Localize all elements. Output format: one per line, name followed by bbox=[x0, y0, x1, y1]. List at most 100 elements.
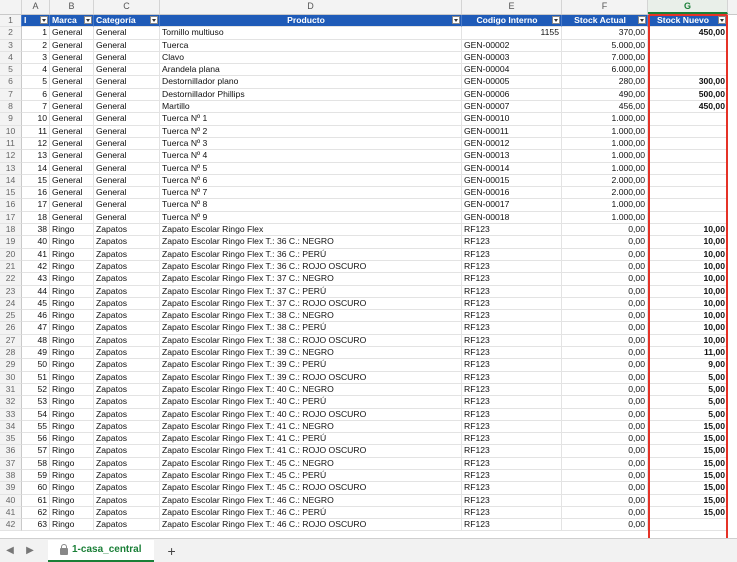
filter-dropdown-icon[interactable] bbox=[452, 16, 460, 24]
cell-stock-actual[interactable]: 490,00 bbox=[562, 88, 648, 102]
cell-marca[interactable]: Ringo bbox=[50, 224, 94, 237]
row-number[interactable]: 5 bbox=[0, 64, 22, 77]
cell-stock-nuevo[interactable]: 9,00 bbox=[648, 359, 728, 372]
cell-codigo-interno[interactable]: RF123 bbox=[462, 519, 562, 532]
cell-id[interactable]: 16 bbox=[22, 187, 50, 200]
row-number[interactable]: 11 bbox=[0, 137, 22, 151]
cell-stock-actual[interactable]: 0,00 bbox=[562, 396, 648, 409]
cell-marca[interactable]: General bbox=[50, 51, 94, 65]
cell-stock-nuevo[interactable]: 300,00 bbox=[648, 76, 728, 89]
next-sheet-arrow-icon[interactable]: ▶ bbox=[20, 545, 40, 556]
cell-categoria[interactable]: General bbox=[94, 64, 160, 77]
cell-categoria[interactable]: Zapatos bbox=[94, 285, 160, 298]
cell-stock-nuevo[interactable]: 5,00 bbox=[648, 396, 728, 409]
filter-dropdown-icon[interactable] bbox=[552, 16, 560, 24]
cell-id[interactable]: 45 bbox=[22, 297, 50, 311]
cell-categoria[interactable]: Zapatos bbox=[94, 519, 160, 532]
row-number[interactable]: 4 bbox=[0, 51, 22, 65]
cell-stock-nuevo[interactable]: 500,00 bbox=[648, 88, 728, 102]
cell-id[interactable]: 1 bbox=[22, 27, 50, 40]
cell-codigo-interno[interactable]: RF123 bbox=[462, 445, 562, 458]
cell-producto[interactable]: Tuerca Nº 2 bbox=[160, 125, 462, 138]
cell-stock-actual[interactable]: 1.000,00 bbox=[562, 211, 648, 225]
cell-marca[interactable]: General bbox=[50, 27, 94, 40]
cell-producto[interactable]: Tuerca Nº 5 bbox=[160, 162, 462, 175]
cell-stock-actual[interactable]: 2.000,00 bbox=[562, 187, 648, 200]
cell-codigo-interno[interactable]: GEN-00003 bbox=[462, 51, 562, 65]
cell-categoria[interactable]: General bbox=[94, 76, 160, 89]
cell-stock-nuevo[interactable] bbox=[648, 137, 728, 151]
cell-stock-nuevo[interactable]: 11,00 bbox=[648, 347, 728, 360]
cell-id[interactable]: 18 bbox=[22, 211, 50, 225]
cell-marca[interactable]: General bbox=[50, 76, 94, 89]
cell-codigo-interno[interactable]: RF123 bbox=[462, 482, 562, 495]
cell-marca[interactable]: Ringo bbox=[50, 236, 94, 249]
header-cell-id[interactable]: I bbox=[22, 15, 50, 28]
cell-stock-nuevo[interactable] bbox=[648, 199, 728, 212]
cell-producto[interactable]: Tuerca Nº 6 bbox=[160, 174, 462, 188]
row-number[interactable]: 21 bbox=[0, 260, 22, 274]
cell-marca[interactable]: Ringo bbox=[50, 334, 94, 348]
cell-stock-nuevo[interactable]: 5,00 bbox=[648, 408, 728, 421]
cell-marca[interactable]: General bbox=[50, 174, 94, 188]
cell-stock-nuevo[interactable] bbox=[648, 174, 728, 188]
cell-stock-actual[interactable]: 1.000,00 bbox=[562, 162, 648, 175]
cell-categoria[interactable]: General bbox=[94, 88, 160, 102]
cell-stock-nuevo[interactable]: 15,00 bbox=[648, 506, 728, 520]
cell-id[interactable]: 48 bbox=[22, 334, 50, 348]
cell-producto[interactable]: Zapato Escolar Ringo Flex T.: 39 C.: NEG… bbox=[160, 347, 462, 360]
cell-producto[interactable]: Zapato Escolar Ringo Flex T.: 45 C.: PER… bbox=[160, 469, 462, 483]
row-number[interactable]: 37 bbox=[0, 457, 22, 470]
cell-id[interactable]: 62 bbox=[22, 506, 50, 520]
cell-stock-nuevo[interactable]: 15,00 bbox=[648, 457, 728, 470]
cell-stock-actual[interactable]: 0,00 bbox=[562, 506, 648, 520]
cell-stock-nuevo[interactable]: 10,00 bbox=[648, 297, 728, 311]
cell-codigo-interno[interactable]: RF123 bbox=[462, 396, 562, 409]
cell-producto[interactable]: Martillo bbox=[160, 101, 462, 114]
cell-categoria[interactable]: Zapatos bbox=[94, 322, 160, 335]
cell-marca[interactable]: Ringo bbox=[50, 396, 94, 409]
row-number[interactable]: 42 bbox=[0, 519, 22, 532]
filter-dropdown-icon[interactable] bbox=[718, 16, 726, 24]
cell-marca[interactable]: Ringo bbox=[50, 506, 94, 520]
cell-producto[interactable]: Zapato Escolar Ringo Flex T.: 45 C.: ROJ… bbox=[160, 482, 462, 495]
cell-marca[interactable]: Ringo bbox=[50, 445, 94, 458]
row-number[interactable]: 40 bbox=[0, 494, 22, 507]
cell-marca[interactable]: Ringo bbox=[50, 457, 94, 470]
cell-stock-actual[interactable]: 0,00 bbox=[562, 408, 648, 421]
cell-stock-actual[interactable]: 0,00 bbox=[562, 248, 648, 261]
cell-stock-actual[interactable]: 1.000,00 bbox=[562, 125, 648, 138]
cell-stock-nuevo[interactable]: 10,00 bbox=[648, 224, 728, 237]
cell-id[interactable]: 41 bbox=[22, 248, 50, 261]
cell-producto[interactable]: Tuerca bbox=[160, 39, 462, 52]
row-number[interactable]: 1 bbox=[0, 15, 22, 28]
cell-stock-nuevo[interactable]: 15,00 bbox=[648, 494, 728, 507]
cell-categoria[interactable]: Zapatos bbox=[94, 494, 160, 507]
header-cell-codigo-interno[interactable]: Codigo Interno bbox=[462, 15, 562, 28]
cell-categoria[interactable]: General bbox=[94, 101, 160, 114]
cell-id[interactable]: 59 bbox=[22, 469, 50, 483]
cell-stock-actual[interactable]: 456,00 bbox=[562, 101, 648, 114]
cell-categoria[interactable]: General bbox=[94, 137, 160, 151]
cell-codigo-interno[interactable]: RF123 bbox=[462, 347, 562, 360]
cell-producto[interactable]: Zapato Escolar Ringo Flex T.: 40 C.: NEG… bbox=[160, 383, 462, 397]
cell-stock-actual[interactable]: 0,00 bbox=[562, 519, 648, 532]
cell-categoria[interactable]: Zapatos bbox=[94, 408, 160, 421]
cell-codigo-interno[interactable]: RF123 bbox=[462, 359, 562, 372]
cell-categoria[interactable]: Zapatos bbox=[94, 469, 160, 483]
row-number[interactable]: 14 bbox=[0, 174, 22, 188]
cell-stock-nuevo[interactable]: 10,00 bbox=[648, 310, 728, 323]
cell-codigo-interno[interactable]: 1155 bbox=[462, 27, 562, 40]
cell-stock-actual[interactable]: 0,00 bbox=[562, 494, 648, 507]
cell-codigo-interno[interactable]: GEN-00016 bbox=[462, 187, 562, 200]
cell-codigo-interno[interactable]: RF123 bbox=[462, 224, 562, 237]
cell-marca[interactable]: Ringo bbox=[50, 248, 94, 261]
cell-codigo-interno[interactable]: RF123 bbox=[462, 310, 562, 323]
cell-stock-nuevo[interactable]: 10,00 bbox=[648, 334, 728, 348]
row-number[interactable]: 35 bbox=[0, 433, 22, 446]
column-header-b[interactable]: B bbox=[50, 0, 94, 14]
header-cell-producto[interactable]: Producto bbox=[160, 15, 462, 28]
cell-marca[interactable]: Ringo bbox=[50, 482, 94, 495]
column-header-e[interactable]: E bbox=[462, 0, 562, 14]
cell-producto[interactable]: Arandela plana bbox=[160, 64, 462, 77]
